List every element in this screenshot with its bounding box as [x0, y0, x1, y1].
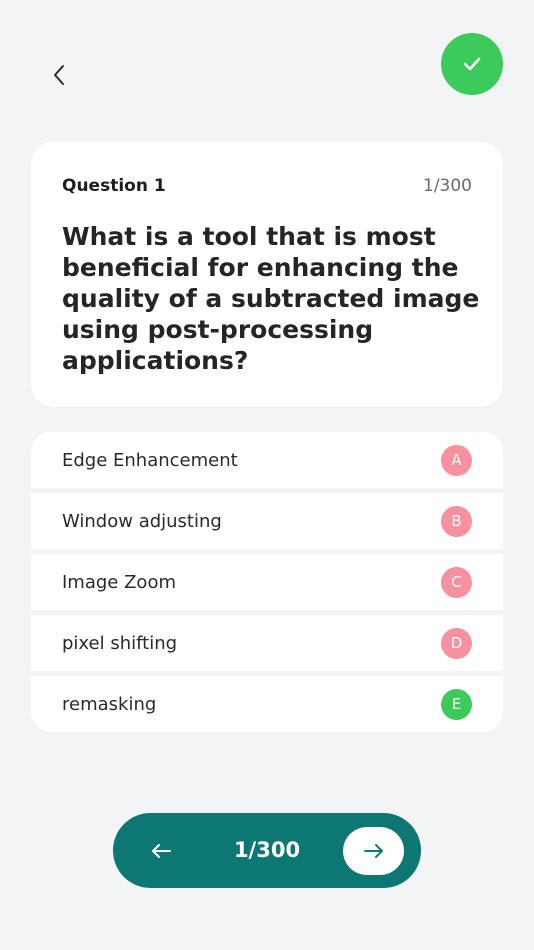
answer-option-letter-badge: C	[441, 566, 472, 598]
chevron-left-icon	[54, 65, 64, 85]
answer-option-label: Window adjusting	[62, 510, 222, 532]
question-navigation-bar: 1/300	[113, 813, 421, 888]
arrow-right-icon	[363, 844, 383, 858]
check-icon	[463, 57, 481, 71]
next-question-button[interactable]	[343, 827, 404, 875]
question-text: What is a tool that is most beneficial f…	[62, 222, 480, 375]
arrow-left-icon	[152, 844, 171, 858]
answer-option-d[interactable]: pixel shifting D	[31, 615, 503, 671]
answer-option-letter-badge: A	[441, 444, 472, 476]
answer-option-label: Image Zoom	[62, 571, 176, 593]
answer-option-label: Edge Enhancement	[62, 449, 238, 471]
answer-option-label: remasking	[62, 693, 157, 715]
question-card: Question 1 1/300 What is a tool that is …	[31, 142, 503, 407]
answer-option-label: pixel shifting	[62, 632, 178, 654]
submit-check-button[interactable]	[441, 33, 503, 95]
answer-options-list: Edge Enhancement A Window adjusting B Im…	[31, 432, 503, 732]
question-label: Question 1	[62, 176, 166, 196]
answer-option-c[interactable]: Image Zoom C	[31, 554, 503, 610]
back-button[interactable]	[42, 58, 76, 92]
answer-option-a[interactable]: Edge Enhancement A	[31, 432, 503, 488]
question-header: Question 1 1/300	[62, 174, 472, 198]
answer-option-letter-badge-correct: E	[441, 688, 472, 720]
answer-option-letter-badge: B	[441, 505, 472, 537]
answer-option-e[interactable]: remasking E	[31, 676, 503, 732]
previous-question-button[interactable]	[141, 831, 181, 871]
question-counter: 1/300	[423, 176, 472, 196]
answer-option-b[interactable]: Window adjusting B	[31, 493, 503, 549]
answer-option-letter-badge: D	[441, 627, 472, 659]
